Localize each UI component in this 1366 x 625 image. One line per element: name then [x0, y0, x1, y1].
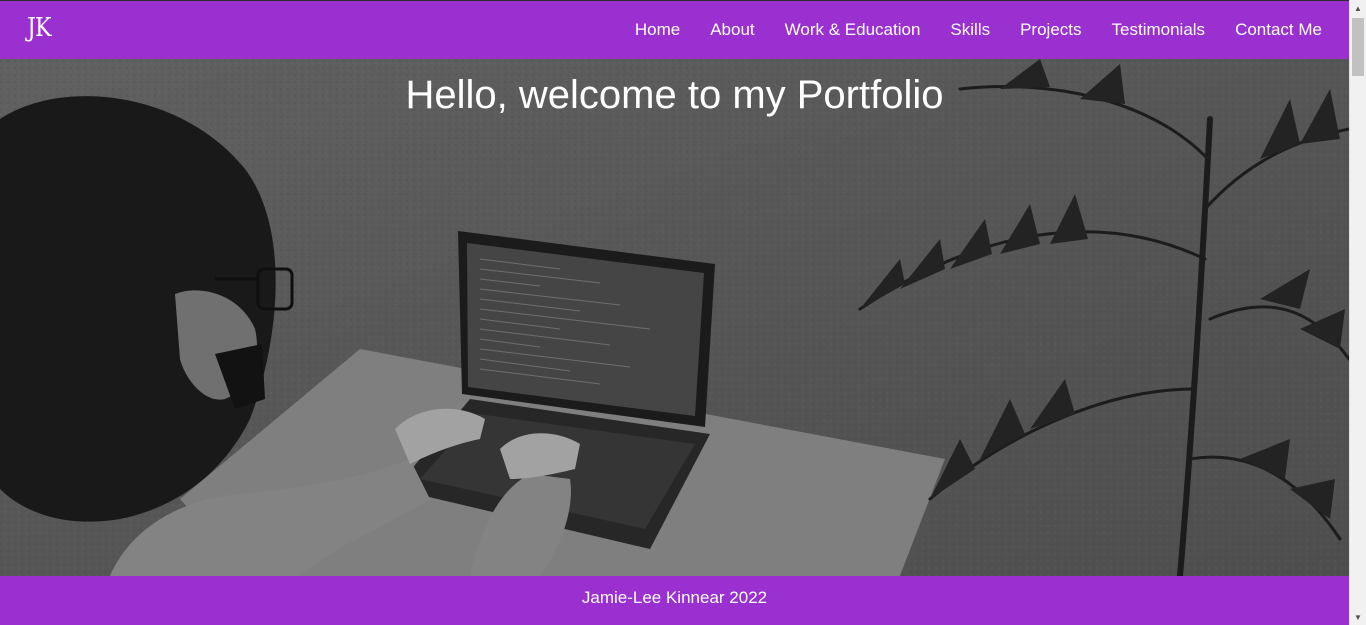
nav-link-skills[interactable]: Skills [950, 20, 990, 40]
nav-link-projects[interactable]: Projects [1020, 20, 1081, 40]
logo[interactable]: JK [27, 13, 52, 43]
nav-link-testimonials[interactable]: Testimonials [1112, 20, 1206, 40]
footer: Jamie-Lee Kinnear 2022 [0, 576, 1349, 625]
hero-title: Hello, welcome to my Portfolio [405, 73, 944, 117]
nav-link-about[interactable]: About [710, 20, 754, 40]
footer-text: Jamie-Lee Kinnear 2022 [581, 587, 768, 607]
scroll-up-arrow-icon[interactable]: ▲ [1350, 0, 1366, 16]
page: JK Home About Work & Education Skills Pr… [0, 0, 1349, 625]
scroll-down-arrow-icon[interactable]: ▼ [1350, 609, 1366, 625]
nav-link-contact-me[interactable]: Contact Me [1235, 20, 1322, 40]
vertical-scrollbar[interactable]: ▲ ▼ [1349, 0, 1366, 625]
hero-background-image [0, 59, 1349, 576]
nav-link-work-education[interactable]: Work & Education [785, 20, 921, 40]
navbar: JK Home About Work & Education Skills Pr… [0, 0, 1349, 59]
nav-menu: Home About Work & Education Skills Proje… [635, 1, 1322, 59]
nav-link-home[interactable]: Home [635, 20, 680, 40]
hero-section: Hello, welcome to my Portfolio [0, 59, 1349, 576]
scrollbar-thumb[interactable] [1352, 18, 1364, 76]
